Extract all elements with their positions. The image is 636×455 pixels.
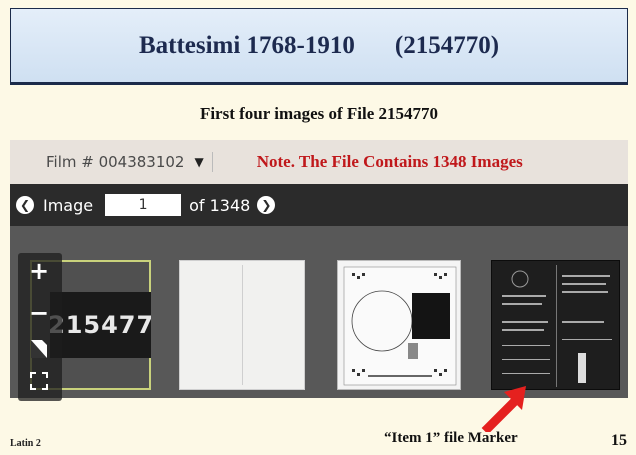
image-viewer: 2154770 xyxy=(10,226,628,401)
fit-page-icon[interactable] xyxy=(24,337,54,361)
image-number-input[interactable] xyxy=(105,194,182,216)
separator xyxy=(211,152,213,172)
film-bar: Film # 004383102 ▼ Note. The File Contai… xyxy=(10,140,628,184)
film-leader-image: 2154770 xyxy=(50,292,151,358)
slide-subtitle: First four images of File 2154770 xyxy=(199,104,439,123)
blank-page-fold xyxy=(242,265,243,385)
image-navigation-bar: ❮ Image of 1348 ❯ xyxy=(10,184,628,226)
red-arrow-icon xyxy=(481,386,526,432)
thumbnail-image-3[interactable] xyxy=(337,260,461,390)
film-leader-number: 2154770 xyxy=(50,311,151,339)
footer-label: Latin 2 xyxy=(10,438,41,449)
previous-image-icon[interactable]: ❮ xyxy=(16,196,34,214)
film-selector[interactable]: Film # 004383102 ▼ xyxy=(46,152,213,172)
thumbnail-image-4[interactable] xyxy=(491,260,620,390)
target-card-image xyxy=(343,266,457,386)
title-box: Battesimi 1768-1910 (2154770) xyxy=(10,8,628,85)
next-image-icon[interactable]: ❯ xyxy=(257,196,276,214)
slide-title-id: (2154770) xyxy=(394,31,500,59)
slide: Battesimi 1768-1910 (2154770) First four… xyxy=(0,0,636,455)
fullscreen-icon[interactable] xyxy=(24,369,54,393)
zoom-out-button[interactable]: − xyxy=(24,299,54,327)
item-marker-caption: “Item 1” file Marker xyxy=(384,430,518,446)
page-number: 15 xyxy=(611,432,627,449)
zoom-toolbar: + − xyxy=(18,253,62,401)
film-number-label: Film # 004383102 xyxy=(46,153,185,171)
chevron-down-icon[interactable]: ▼ xyxy=(194,155,203,169)
slide-title: Battesimi 1768-1910 xyxy=(138,31,355,59)
zoom-in-button[interactable]: + xyxy=(24,257,54,285)
note-text: Note. The File Contains 1348 Images xyxy=(256,152,523,171)
item-1-marker-image xyxy=(496,265,617,387)
image-count-label: of 1348 xyxy=(189,195,251,215)
thumbnail-image-2[interactable] xyxy=(179,260,305,390)
image-label: Image xyxy=(43,195,94,215)
